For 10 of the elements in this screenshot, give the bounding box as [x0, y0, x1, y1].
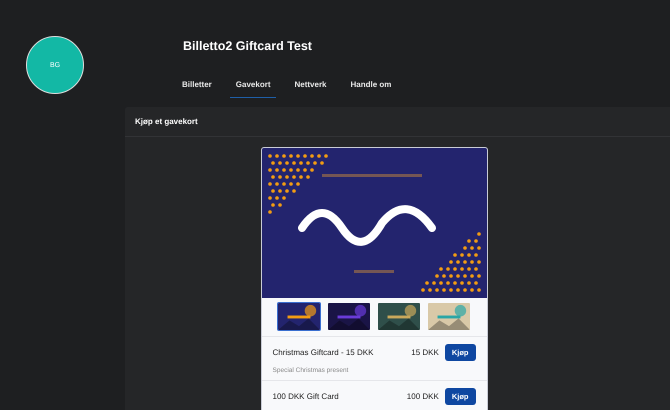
giftcard-name: Christmas Giftcard - 15 DKK	[272, 348, 374, 357]
giftcard-name: 100 DKK Gift Card	[272, 392, 340, 401]
tab[interactable]: Handle om	[344, 77, 398, 98]
giftcard-price: 15 DKK	[411, 348, 439, 357]
tab[interactable]: Nettverk	[288, 77, 332, 98]
tab[interactable]: Billetter	[176, 77, 218, 98]
panel-title: Kjøp et gavekort	[135, 117, 198, 126]
page-title: Billetto2 Giftcard Test	[183, 39, 313, 53]
giftcard-price: 100 DKK	[406, 392, 439, 401]
tab[interactable]: Gavekort	[230, 77, 276, 98]
